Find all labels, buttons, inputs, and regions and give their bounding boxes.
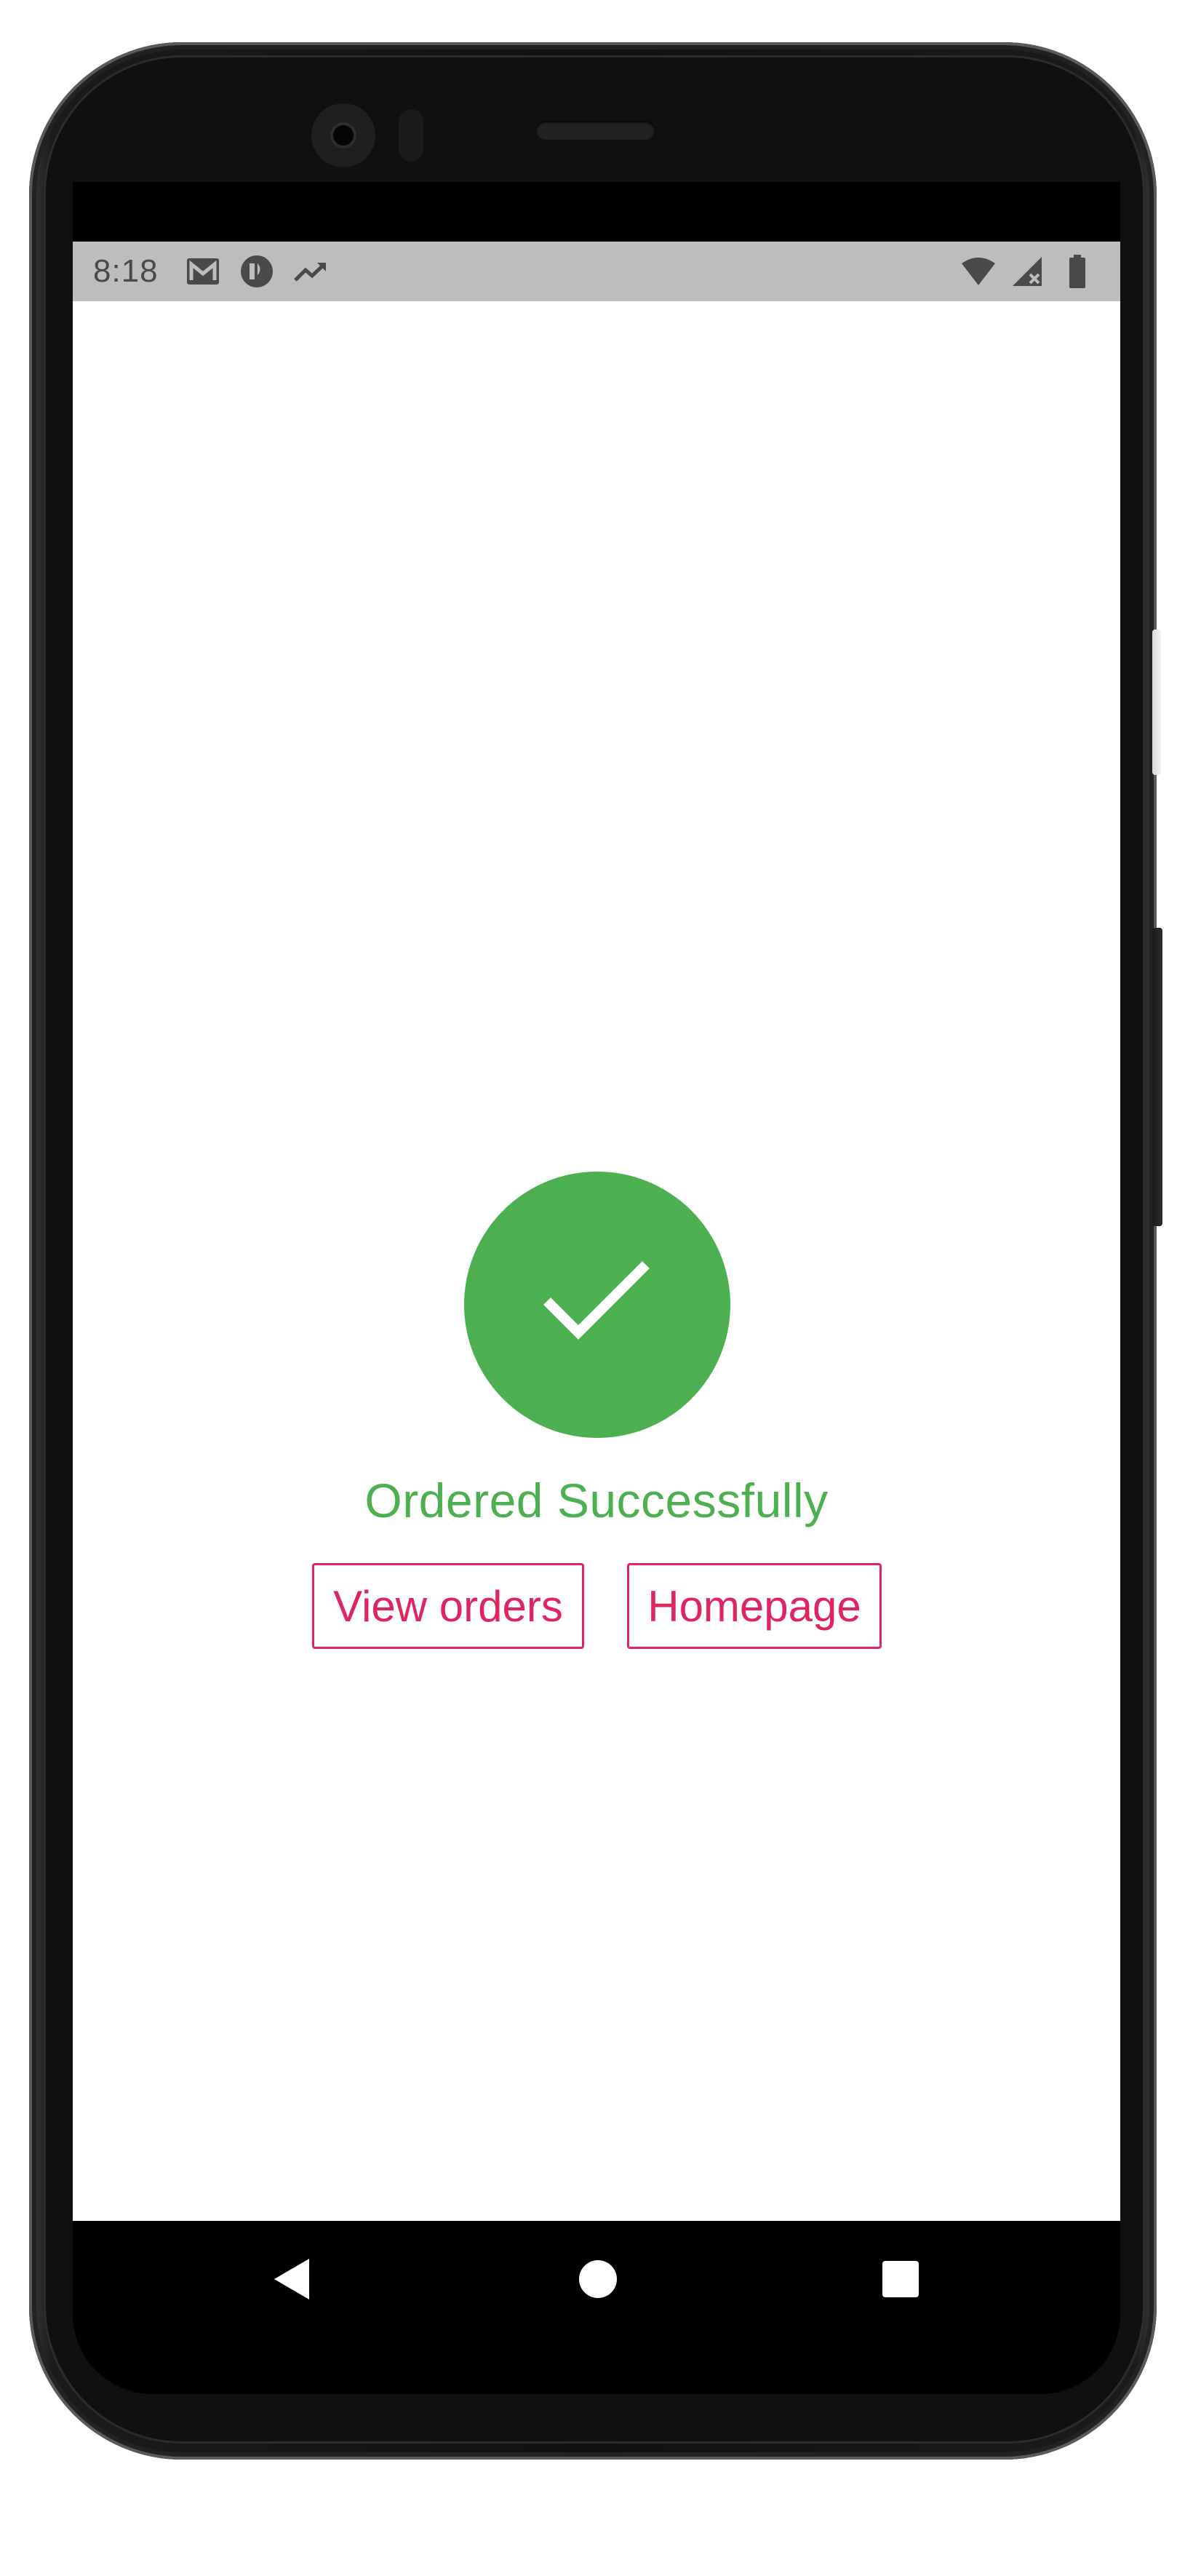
view-orders-button[interactable]: View orders — [312, 1563, 584, 1649]
home-icon — [579, 2260, 617, 2298]
success-badge — [464, 1172, 730, 1438]
cloud-app-icon — [237, 252, 276, 291]
back-icon — [274, 2259, 309, 2299]
order-success-screen: Ordered Successfully View orders Homepag… — [73, 301, 1120, 2221]
no-signal-icon — [1008, 252, 1048, 291]
homepage-button[interactable]: Homepage — [627, 1563, 882, 1649]
earpiece-speaker — [536, 121, 655, 140]
battery-icon — [1058, 252, 1097, 291]
success-message: Ordered Successfully — [364, 1474, 829, 1527]
status-right-icons — [951, 252, 1100, 291]
trending-icon — [291, 252, 330, 291]
home-button[interactable] — [511, 2221, 685, 2337]
gmail-icon — [183, 252, 223, 291]
check-icon — [543, 1261, 650, 1340]
status-time: 8:18 — [93, 253, 159, 289]
recents-button[interactable] — [813, 2221, 988, 2337]
power-button — [1152, 928, 1162, 1226]
status-bar: 8:18 — [73, 242, 1120, 301]
device-frame: 8:18 Ordered Successfully View orders Ho… — [0, 0, 1193, 2576]
wifi-icon — [959, 252, 998, 291]
back-button[interactable] — [206, 2221, 380, 2337]
volume-button — [1152, 629, 1161, 775]
device-screen: 8:18 Ordered Successfully View orders Ho… — [73, 182, 1120, 2394]
navigation-bar — [73, 2221, 1120, 2394]
recents-icon — [882, 2261, 919, 2297]
screen-top-band — [73, 182, 1120, 242]
proximity-sensor — [399, 109, 423, 162]
front-camera — [311, 103, 375, 167]
